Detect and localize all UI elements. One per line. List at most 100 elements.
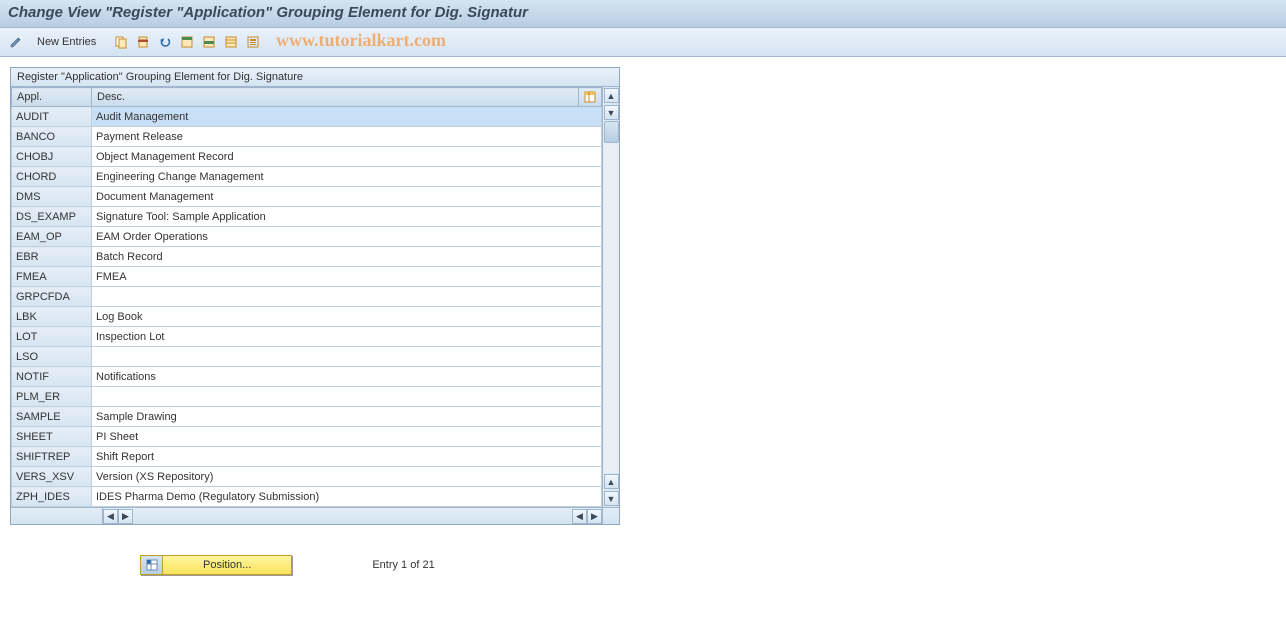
scroll-down-icon-2[interactable]: ▼ xyxy=(604,491,619,506)
table-row[interactable]: SHIFTREPShift Report xyxy=(12,447,602,467)
cell-code[interactable]: CHORD xyxy=(12,167,92,187)
table-row[interactable]: EBRBatch Record xyxy=(12,247,602,267)
cell-desc[interactable]: Sample Drawing xyxy=(92,407,602,427)
table-row[interactable]: LBKLog Book xyxy=(12,307,602,327)
cell-desc[interactable]: Version (XS Repository) xyxy=(92,467,602,487)
position-icon xyxy=(141,556,163,574)
table-row[interactable]: SHEETPI Sheet xyxy=(12,427,602,447)
cell-desc[interactable]: Log Book xyxy=(92,307,602,327)
undo-icon[interactable] xyxy=(155,32,175,52)
cell-desc[interactable]: PI Sheet xyxy=(92,427,602,447)
cell-code[interactable]: LSO xyxy=(12,347,92,367)
table-row[interactable]: PLM_ER xyxy=(12,387,602,407)
scroll-right-icon-2[interactable]: ▶ xyxy=(587,509,602,524)
cell-desc[interactable] xyxy=(92,347,602,367)
application-toolbar: New Entries www.tutorialkart.com xyxy=(0,28,1286,57)
cell-code[interactable]: PLM_ER xyxy=(12,387,92,407)
page-title: Change View "Register "Application" Grou… xyxy=(8,4,528,21)
cell-desc[interactable]: Shift Report xyxy=(92,447,602,467)
table-row[interactable]: CHORDEngineering Change Management xyxy=(12,167,602,187)
footer: Position... Entry 1 of 21 xyxy=(10,555,1276,575)
cell-code[interactable]: LOT xyxy=(12,327,92,347)
column-header-desc[interactable]: Desc. xyxy=(92,88,579,107)
table-row[interactable]: NOTIFNotifications xyxy=(12,367,602,387)
scroll-up-icon[interactable]: ▲ xyxy=(604,88,619,103)
cell-code[interactable]: DMS xyxy=(12,187,92,207)
print-config-icon[interactable] xyxy=(243,32,263,52)
cell-code[interactable]: LBK xyxy=(12,307,92,327)
table-config-icon[interactable] xyxy=(579,88,602,107)
cell-code[interactable]: CHOBJ xyxy=(12,147,92,167)
cell-desc[interactable]: Inspection Lot xyxy=(92,327,602,347)
cell-desc[interactable]: Engineering Change Management xyxy=(92,167,602,187)
work-area: Register "Application" Grouping Element … xyxy=(0,57,1286,585)
cell-desc[interactable]: Notifications xyxy=(92,367,602,387)
new-entries-label: New Entries xyxy=(37,36,96,48)
table-row[interactable]: BANCOPayment Release xyxy=(12,127,602,147)
panel-title: Register "Application" Grouping Element … xyxy=(11,68,619,87)
cell-desc[interactable]: FMEA xyxy=(92,267,602,287)
scroll-down-icon[interactable]: ▲ xyxy=(604,474,619,489)
cell-code[interactable]: SHIFTREP xyxy=(12,447,92,467)
vertical-scrollbar[interactable]: ▲ ▼ ▲ ▼ xyxy=(602,87,619,507)
table-row[interactable]: LSO xyxy=(12,347,602,367)
table-row[interactable]: GRPCFDA xyxy=(12,287,602,307)
cell-desc[interactable] xyxy=(92,287,602,307)
position-button[interactable]: Position... xyxy=(140,555,292,575)
table-row[interactable]: ZPH_IDESIDES Pharma Demo (Regulatory Sub… xyxy=(12,487,602,507)
horizontal-scrollbar[interactable]: ◀ ▶ ◀ ▶ xyxy=(11,507,619,524)
table-row[interactable]: VERS_XSVVersion (XS Repository) xyxy=(12,467,602,487)
cell-code[interactable]: EAM_OP xyxy=(12,227,92,247)
position-label: Position... xyxy=(163,559,291,571)
delete-icon[interactable] xyxy=(133,32,153,52)
table-panel: Register "Application" Grouping Element … xyxy=(10,67,620,525)
scroll-thumb[interactable] xyxy=(604,121,619,143)
new-entries-button[interactable]: New Entries xyxy=(28,32,105,52)
cell-desc[interactable]: Payment Release xyxy=(92,127,602,147)
cell-desc[interactable]: Signature Tool: Sample Application xyxy=(92,207,602,227)
table-row[interactable]: DS_EXAMPSignature Tool: Sample Applicati… xyxy=(12,207,602,227)
table-row[interactable]: AUDITAudit Management xyxy=(12,107,602,127)
watermark: www.tutorialkart.com xyxy=(276,30,446,51)
application-table: Appl. Desc. AUDITAudit ManagementBANCOPa… xyxy=(11,87,602,507)
select-block-icon[interactable] xyxy=(199,32,219,52)
hscroll-spacer xyxy=(11,508,103,524)
cell-code[interactable]: VERS_XSV xyxy=(12,467,92,487)
cell-code[interactable]: GRPCFDA xyxy=(12,287,92,307)
scroll-up-icon-2[interactable]: ▼ xyxy=(604,105,619,120)
cell-code[interactable]: AUDIT xyxy=(12,107,92,127)
table-row[interactable]: LOTInspection Lot xyxy=(12,327,602,347)
cell-code[interactable]: EBR xyxy=(12,247,92,267)
table-row[interactable]: EAM_OPEAM Order Operations xyxy=(12,227,602,247)
table-row[interactable]: FMEAFMEA xyxy=(12,267,602,287)
hscroll-corner xyxy=(602,508,619,524)
cell-code[interactable]: BANCO xyxy=(12,127,92,147)
entry-status: Entry 1 of 21 xyxy=(372,559,434,571)
cell-desc[interactable]: Audit Management xyxy=(92,107,602,127)
table-row[interactable]: DMSDocument Management xyxy=(12,187,602,207)
scroll-right-icon[interactable]: ◀ xyxy=(572,509,587,524)
table-row[interactable]: SAMPLESample Drawing xyxy=(12,407,602,427)
title-bar: Change View "Register "Application" Grou… xyxy=(0,0,1286,28)
deselect-all-icon[interactable] xyxy=(221,32,241,52)
cell-desc[interactable]: Batch Record xyxy=(92,247,602,267)
cell-code[interactable]: FMEA xyxy=(12,267,92,287)
scroll-left-icon[interactable]: ◀ xyxy=(103,509,118,524)
cell-desc[interactable] xyxy=(92,387,602,407)
scroll-left-icon-2[interactable]: ▶ xyxy=(118,509,133,524)
cell-code[interactable]: DS_EXAMP xyxy=(12,207,92,227)
cell-code[interactable]: NOTIF xyxy=(12,367,92,387)
cell-desc[interactable]: EAM Order Operations xyxy=(92,227,602,247)
cell-desc[interactable]: Document Management xyxy=(92,187,602,207)
select-all-icon[interactable] xyxy=(177,32,197,52)
copy-as-icon[interactable] xyxy=(111,32,131,52)
cell-code[interactable]: ZPH_IDES xyxy=(12,487,92,507)
scroll-track[interactable] xyxy=(604,121,619,473)
cell-desc[interactable]: Object Management Record xyxy=(92,147,602,167)
column-header-code[interactable]: Appl. xyxy=(12,88,92,107)
cell-desc[interactable]: IDES Pharma Demo (Regulatory Submission) xyxy=(92,487,602,507)
table-row[interactable]: CHOBJObject Management Record xyxy=(12,147,602,167)
cell-code[interactable]: SHEET xyxy=(12,427,92,447)
toggle-display-change-icon[interactable] xyxy=(6,32,26,52)
cell-code[interactable]: SAMPLE xyxy=(12,407,92,427)
